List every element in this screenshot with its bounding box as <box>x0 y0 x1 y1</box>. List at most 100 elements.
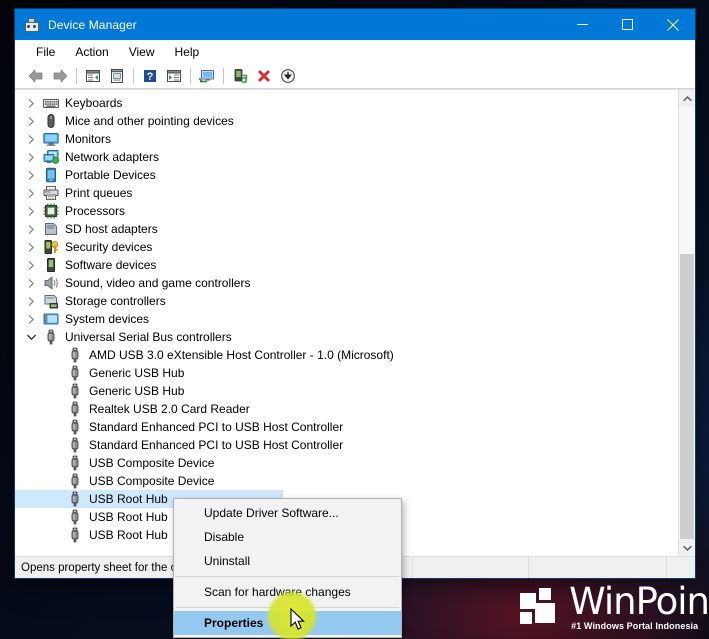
update-driver-icon <box>234 68 248 83</box>
tree-item-label: Portable Devices <box>65 168 156 182</box>
show-hide-action-pane-button[interactable] <box>162 65 186 87</box>
chevron-right-icon[interactable] <box>23 95 39 111</box>
tree-item-label: USB Composite Device <box>89 456 215 470</box>
tree-item[interactable]: Portable Devices <box>15 166 678 184</box>
software-device-icon <box>43 257 59 273</box>
tree-item[interactable]: SD host adapters <box>15 220 678 238</box>
back-button[interactable] <box>24 65 48 87</box>
speaker-icon <box>43 275 59 291</box>
vertical-scrollbar[interactable] <box>678 90 695 556</box>
tree-item[interactable]: Keyboards <box>15 94 678 112</box>
usb-icon <box>67 491 83 507</box>
chevron-right-icon[interactable] <box>23 221 39 237</box>
tree-item[interactable]: Mice and other pointing devices <box>15 112 678 130</box>
down-arrow-circle-icon <box>281 68 295 83</box>
menu-help[interactable]: Help <box>166 43 209 61</box>
tree-item[interactable]: Processors <box>15 202 678 220</box>
ctx-uninstall[interactable]: Uninstall <box>174 549 401 573</box>
tree-item[interactable]: Standard Enhanced PCI to USB Host Contro… <box>15 418 678 436</box>
disable-device-button[interactable] <box>276 65 300 87</box>
ctx-scan-for-hardware-changes[interactable]: Scan for hardware changes <box>174 580 401 604</box>
properties-button[interactable] <box>105 65 129 87</box>
tree-item[interactable]: Sound, video and game controllers <box>15 274 678 292</box>
scrollbar-thumb[interactable] <box>680 254 694 539</box>
chevron-right-icon[interactable] <box>23 239 39 255</box>
tree-item[interactable]: Realtek USB 2.0 Card Reader <box>15 400 678 418</box>
minimize-button[interactable] <box>560 9 605 40</box>
toolbar: ? <box>15 63 695 89</box>
chevron-down-icon[interactable] <box>23 329 39 345</box>
chevron-none <box>47 419 63 435</box>
chevron-right-icon[interactable] <box>23 203 39 219</box>
scan-for-hardware-changes-button[interactable] <box>195 65 219 87</box>
chevron-right-icon[interactable] <box>23 257 39 273</box>
chevron-none <box>47 527 63 543</box>
menu-view[interactable]: View <box>120 43 164 61</box>
printer-icon <box>43 185 59 201</box>
device-manager-icon <box>24 17 40 33</box>
show-hide-console-tree-button[interactable] <box>81 65 105 87</box>
update-driver-button[interactable] <box>228 65 252 87</box>
context-menu-item-label: Disable <box>204 530 245 544</box>
keyboard-icon <box>43 95 59 111</box>
chevron-none <box>47 509 63 525</box>
usb-icon <box>67 419 83 435</box>
ctx-properties[interactable]: Properties <box>174 611 401 635</box>
chevron-right-icon[interactable] <box>23 167 39 183</box>
tree-item-label: Print queues <box>65 186 133 200</box>
chevron-right-icon[interactable] <box>23 149 39 165</box>
tree-item[interactable]: Generic USB Hub <box>15 364 678 382</box>
menu-file[interactable]: File <box>27 43 64 61</box>
tree-item[interactable]: Software devices <box>15 256 678 274</box>
tree-item[interactable]: Storage controllers <box>15 292 678 310</box>
tree-item[interactable]: Security devices <box>15 238 678 256</box>
tree-item[interactable]: Universal Serial Bus controllers <box>15 328 678 346</box>
tree-item[interactable]: System devices <box>15 310 678 328</box>
scroll-down-button[interactable] <box>679 539 695 556</box>
tree-item[interactable]: Generic USB Hub <box>15 382 678 400</box>
tree-item[interactable]: USB Composite Device <box>15 472 678 490</box>
winpoin-title: WinPoin <box>569 580 709 623</box>
tree-item[interactable]: AMD USB 3.0 eXtensible Host Controller -… <box>15 346 678 364</box>
chevron-right-icon[interactable] <box>23 113 39 129</box>
chevron-right-icon[interactable] <box>23 275 39 291</box>
title-bar[interactable]: Device Manager <box>15 9 695 40</box>
maximize-button[interactable] <box>605 9 650 40</box>
tree-item[interactable]: Monitors <box>15 130 678 148</box>
tree-item-label: Keyboards <box>65 96 123 110</box>
chevron-right-icon[interactable] <box>23 185 39 201</box>
tree-item-label: USB Root Hub <box>89 510 168 524</box>
chevron-none <box>47 401 63 417</box>
tree-item[interactable]: Network adapters <box>15 148 678 166</box>
chevron-none <box>47 437 63 453</box>
tree-item[interactable]: Print queues <box>15 184 678 202</box>
tree-item-label: Generic USB Hub <box>89 366 185 380</box>
scroll-up-button[interactable] <box>679 90 695 107</box>
tree-item[interactable]: USB Composite Device <box>15 454 678 472</box>
chevron-right-icon[interactable] <box>23 131 39 147</box>
chevron-none <box>47 473 63 489</box>
forward-button[interactable] <box>48 65 72 87</box>
menu-action[interactable]: Action <box>66 43 117 61</box>
ctx-disable[interactable]: Disable <box>174 525 401 549</box>
device-tree[interactable]: Keyboards Mice and other pointing devices… <box>15 90 678 556</box>
scrollbar-track[interactable] <box>679 107 695 539</box>
chevron-right-icon[interactable] <box>23 293 39 309</box>
context-menu-item-label: Scan for hardware changes <box>204 585 351 599</box>
window-controls <box>560 9 695 40</box>
tree-item-label: USB Composite Device <box>89 474 215 488</box>
chevron-right-icon[interactable] <box>23 311 39 327</box>
close-button[interactable] <box>650 9 695 40</box>
usb-icon <box>67 455 83 471</box>
status-pane-4 <box>667 557 695 578</box>
system-device-icon <box>43 311 59 327</box>
ctx-update-driver-software[interactable]: Update Driver Software... <box>174 501 401 525</box>
portable-device-icon <box>43 167 59 183</box>
forward-arrow-icon <box>53 68 68 83</box>
uninstall-device-button[interactable] <box>252 65 276 87</box>
tree-item[interactable]: Standard Enhanced PCI to USB Host Contro… <box>15 436 678 454</box>
sd-host-adapter-icon <box>43 221 59 237</box>
help-button[interactable]: ? <box>138 65 162 87</box>
tree-item-label: Software devices <box>65 258 157 272</box>
monitor-icon <box>43 131 59 147</box>
